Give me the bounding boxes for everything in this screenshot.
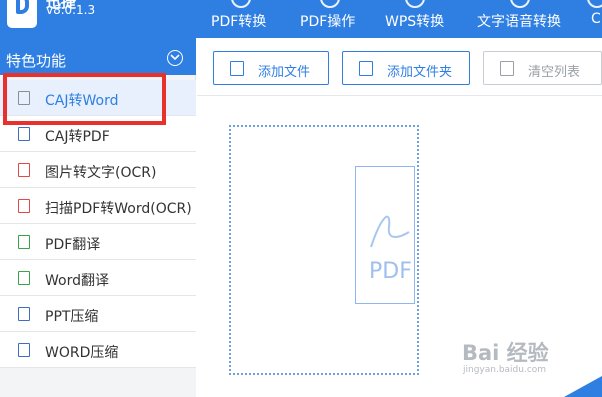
pdf-operate-icon — [320, 0, 340, 8]
sidebar-item-word-translate[interactable]: Word翻译 — [0, 260, 196, 296]
pdf-card-text: PDF — [369, 259, 412, 284]
sidebar-item-word-compress[interactable]: WORD压缩 — [0, 332, 196, 368]
sidebar-item-pdf-translate[interactable]: PDF翻译 — [0, 224, 196, 260]
nav-pdf-convert[interactable]: PDF转换 — [211, 0, 271, 38]
sidebar-header: 特色功能 — [0, 38, 196, 75]
add-file-button[interactable]: 添加文件 — [213, 51, 329, 85]
sidebar-item-ppt-compress[interactable]: PPT压缩 — [0, 296, 196, 332]
sidebar-title: 特色功能 — [6, 52, 67, 70]
pdf-translate-icon — [18, 235, 30, 249]
nav-text-voice[interactable]: 文字语音转换 — [477, 0, 563, 38]
collapse-chevron-icon[interactable] — [167, 50, 183, 66]
word-translate-icon — [18, 271, 30, 285]
scan-ocr-icon — [18, 199, 30, 213]
wps-convert-icon — [405, 0, 425, 8]
pdf-logo-icon — [370, 215, 410, 248]
top-bar: 迅捷 v8.0.1.3 PDF转换 PDF操作 WPS转换 文字语音转换 C — [0, 0, 602, 38]
sidebar-item-scan-pdf-ocr[interactable]: 扫描PDF转Word(OCR) — [0, 188, 196, 224]
ppt-compress-icon — [18, 307, 30, 321]
corner-arrow-icon — [564, 376, 602, 397]
pdf-document-illustration: PDF — [355, 166, 415, 304]
app-version: v8.0.1.3 — [46, 3, 96, 17]
sidebar-item-image-ocr[interactable]: 图片转文字(OCR) — [0, 152, 196, 188]
annotation-highlight-box — [3, 73, 166, 125]
add-file-icon — [230, 61, 244, 76]
add-folder-button[interactable]: 添加文件夹 — [342, 51, 470, 85]
toolbar: 添加文件 添加文件夹 清空列表 — [197, 38, 602, 96]
watermark-url: jingyan.baidu.com — [463, 365, 547, 375]
nav-more[interactable]: C — [586, 0, 602, 38]
pdf-convert-icon — [231, 0, 251, 8]
more-icon — [586, 0, 602, 8]
word-compress-icon — [18, 343, 30, 357]
trash-icon — [500, 61, 514, 76]
logo-icon — [7, 0, 37, 28]
sidebar-footer — [0, 368, 196, 397]
pdf-file-icon — [18, 127, 30, 141]
nav-wps-convert[interactable]: WPS转换 — [385, 0, 445, 38]
nav-pdf-operate[interactable]: PDF操作 — [300, 0, 360, 38]
ocr-image-icon — [18, 163, 30, 177]
text-voice-icon — [510, 0, 530, 8]
clear-list-button[interactable]: 清空列表 — [483, 51, 602, 85]
app-logo — [0, 0, 40, 38]
add-folder-icon — [359, 61, 373, 76]
watermark: Bai 经验 — [462, 341, 549, 365]
